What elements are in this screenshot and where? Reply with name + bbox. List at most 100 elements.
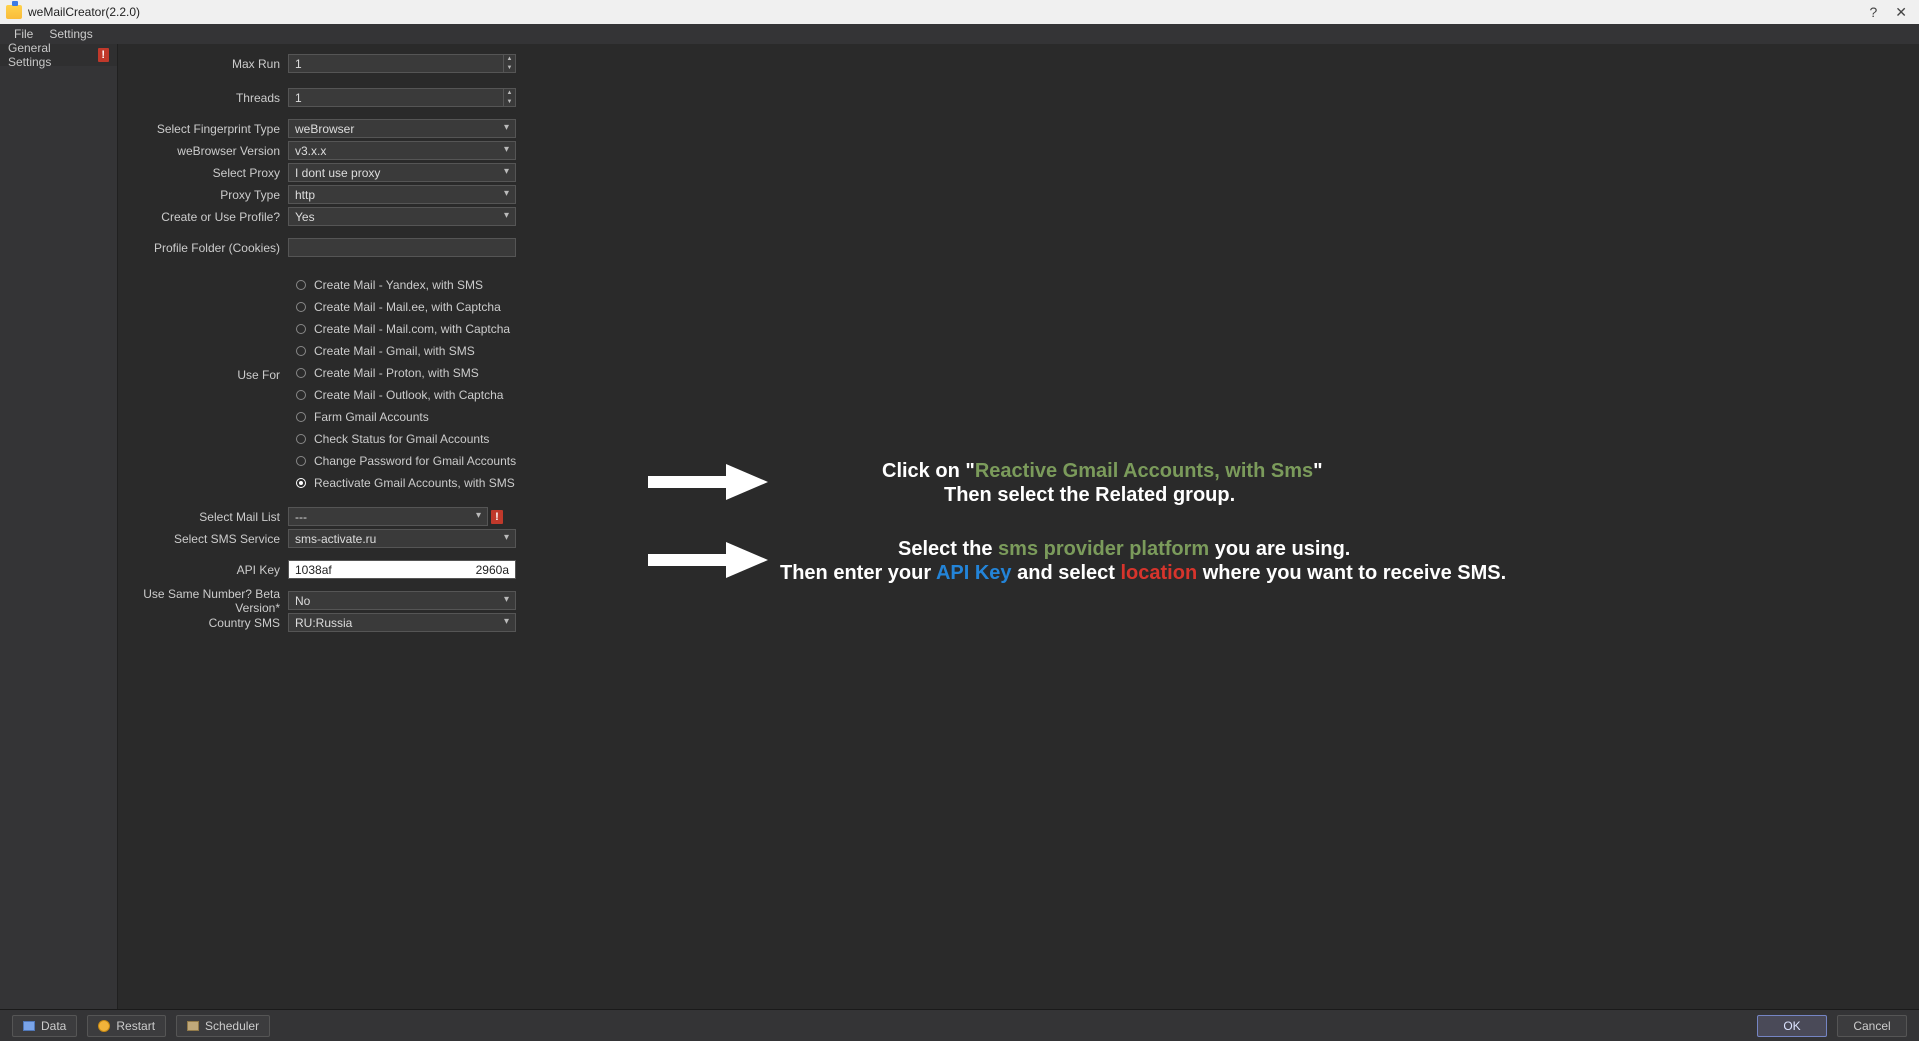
annotation-line-4: Then enter your API Key and select locat… xyxy=(780,562,1506,585)
restart-button[interactable]: Restart xyxy=(87,1015,166,1037)
radio-input[interactable] xyxy=(296,456,306,466)
use-for-option[interactable]: Farm Gmail Accounts xyxy=(296,406,516,428)
create-profile-select[interactable]: Yes xyxy=(288,207,516,226)
label-fingerprint: Select Fingerprint Type xyxy=(118,122,288,136)
use-for-group: Use For Create Mail - Yandex, with SMSCr… xyxy=(118,268,524,500)
menubar: File Settings xyxy=(0,24,1919,44)
same-number-value: No xyxy=(295,594,310,608)
use-for-option-label: Create Mail - Yandex, with SMS xyxy=(314,278,483,292)
spinner-buttons: ▲ ▼ xyxy=(503,55,515,72)
use-for-option[interactable]: Change Password for Gmail Accounts xyxy=(296,450,516,472)
use-for-option-label: Create Mail - Proton, with SMS xyxy=(314,366,479,380)
annotation-line-3: Select the sms provider platform you are… xyxy=(898,538,1350,561)
spinner-down-icon[interactable]: ▼ xyxy=(504,98,515,107)
label-threads: Threads xyxy=(118,91,288,105)
use-for-option[interactable]: Create Mail - Mail.ee, with Captcha xyxy=(296,296,516,318)
country-sms-select[interactable]: RU:Russia xyxy=(288,613,516,632)
use-for-option[interactable]: Create Mail - Yandex, with SMS xyxy=(296,274,516,296)
spinner-up-icon[interactable]: ▲ xyxy=(504,89,515,98)
same-number-select[interactable]: No xyxy=(288,591,516,610)
label-same-number: Use Same Number? Beta Version* xyxy=(118,587,288,615)
spinner-buttons: ▲ ▼ xyxy=(503,89,515,106)
form-area: Max Run 1 ▲ ▼ Threads 1 ▲ ▼ xyxy=(118,44,524,633)
country-sms-value: RU:Russia xyxy=(295,616,352,630)
annotation-line-1: Click on "Reactive Gmail Accounts, with … xyxy=(882,460,1323,483)
proxy-type-select[interactable]: http xyxy=(288,185,516,204)
label-create-profile: Create or Use Profile? xyxy=(118,210,288,224)
fingerprint-select[interactable]: weBrowser xyxy=(288,119,516,138)
label-sms-service: Select SMS Service xyxy=(118,532,288,546)
spinner-down-icon[interactable]: ▼ xyxy=(504,64,515,73)
use-for-option[interactable]: Create Mail - Gmail, with SMS xyxy=(296,340,516,362)
mail-list-value: --- xyxy=(295,510,307,524)
label-proxy-type: Proxy Type xyxy=(118,188,288,202)
warning-badge-icon: ! xyxy=(98,48,109,62)
use-for-option[interactable]: Reactivate Gmail Accounts, with SMS xyxy=(296,472,516,494)
create-profile-value: Yes xyxy=(295,210,315,224)
radio-input[interactable] xyxy=(296,478,306,488)
sms-service-select[interactable]: sms-activate.ru xyxy=(288,529,516,548)
radio-input[interactable] xyxy=(296,324,306,334)
ok-button[interactable]: OK xyxy=(1757,1015,1827,1037)
label-country-sms: Country SMS xyxy=(118,616,288,630)
profile-folder-input[interactable] xyxy=(288,238,516,257)
restart-icon xyxy=(98,1020,110,1032)
radio-input[interactable] xyxy=(296,346,306,356)
use-for-option[interactable]: Create Mail - Proton, with SMS xyxy=(296,362,516,384)
radio-input[interactable] xyxy=(296,390,306,400)
use-for-option-label: Create Mail - Outlook, with Captcha xyxy=(314,388,503,402)
close-button[interactable]: ✕ xyxy=(1895,4,1907,21)
data-button[interactable]: Data xyxy=(12,1015,77,1037)
radio-input[interactable] xyxy=(296,280,306,290)
use-for-option[interactable]: Create Mail - Mail.com, with Captcha xyxy=(296,318,516,340)
main-panel: Max Run 1 ▲ ▼ Threads 1 ▲ ▼ xyxy=(118,44,1919,1009)
app-icon xyxy=(6,5,22,19)
use-for-option-label: Change Password for Gmail Accounts xyxy=(314,454,516,468)
threads-spinner[interactable]: 1 ▲ ▼ xyxy=(288,88,516,107)
max-run-spinner[interactable]: 1 ▲ ▼ xyxy=(288,54,516,73)
warning-badge-icon: ! xyxy=(491,510,503,524)
proxy-value: I dont use proxy xyxy=(295,166,380,180)
use-for-option-label: Create Mail - Mail.com, with Captcha xyxy=(314,322,510,336)
label-use-for: Use For xyxy=(118,268,288,382)
radio-input[interactable] xyxy=(296,302,306,312)
webrowser-version-select[interactable]: v3.x.x xyxy=(288,141,516,160)
max-run-value: 1 xyxy=(295,57,302,71)
footer-right: OK Cancel xyxy=(1757,1015,1907,1037)
label-max-run: Max Run xyxy=(118,57,288,71)
radio-input[interactable] xyxy=(296,412,306,422)
use-for-option[interactable]: Check Status for Gmail Accounts xyxy=(296,428,516,450)
titlebar-left: weMailCreator(2.2.0) xyxy=(6,5,140,19)
app-body: General Settings ! Max Run 1 ▲ ▼ Threads xyxy=(0,44,1919,1009)
webrowser-value: v3.x.x xyxy=(295,144,326,158)
proxy-select[interactable]: I dont use proxy xyxy=(288,163,516,182)
titlebar: weMailCreator(2.2.0) ? ✕ xyxy=(0,0,1919,24)
sms-service-value: sms-activate.ru xyxy=(295,532,376,546)
proxy-type-value: http xyxy=(295,188,315,202)
mail-list-select[interactable]: --- xyxy=(288,507,488,526)
scheduler-button[interactable]: Scheduler xyxy=(176,1015,270,1037)
tab-general-settings[interactable]: General Settings ! xyxy=(0,44,117,66)
data-button-label: Data xyxy=(41,1019,66,1033)
use-for-radio-list: Create Mail - Yandex, with SMS Create Mai… xyxy=(290,268,516,500)
radio-input[interactable] xyxy=(296,434,306,444)
scheduler-button-label: Scheduler xyxy=(205,1019,259,1033)
use-for-option-label: Create Mail - Mail.ee, with Captcha xyxy=(314,300,501,314)
footer: Data Restart Scheduler OK Cancel xyxy=(0,1009,1919,1041)
titlebar-right: ? ✕ xyxy=(1869,4,1913,21)
label-webrowser-version: weBrowser Version xyxy=(118,144,288,158)
annotation-overlay: Click on "Reactive Gmail Accounts, with … xyxy=(648,44,1919,1009)
api-key-prefix: 1038af xyxy=(295,563,332,577)
api-key-input[interactable]: 1038af 2960a xyxy=(288,560,516,579)
radio-input[interactable] xyxy=(296,368,306,378)
label-api-key: API Key xyxy=(118,563,288,577)
annotation-line-2: Then select the Related group. xyxy=(944,484,1235,507)
footer-left: Data Restart Scheduler xyxy=(12,1015,270,1037)
use-for-option-label: Reactivate Gmail Accounts, with SMS xyxy=(314,476,515,490)
label-select-proxy: Select Proxy xyxy=(118,166,288,180)
spinner-up-icon[interactable]: ▲ xyxy=(504,55,515,64)
cancel-button[interactable]: Cancel xyxy=(1837,1015,1907,1037)
help-button[interactable]: ? xyxy=(1869,4,1877,20)
api-key-suffix: 2960a xyxy=(476,563,509,577)
use-for-option[interactable]: Create Mail - Outlook, with Captcha xyxy=(296,384,516,406)
